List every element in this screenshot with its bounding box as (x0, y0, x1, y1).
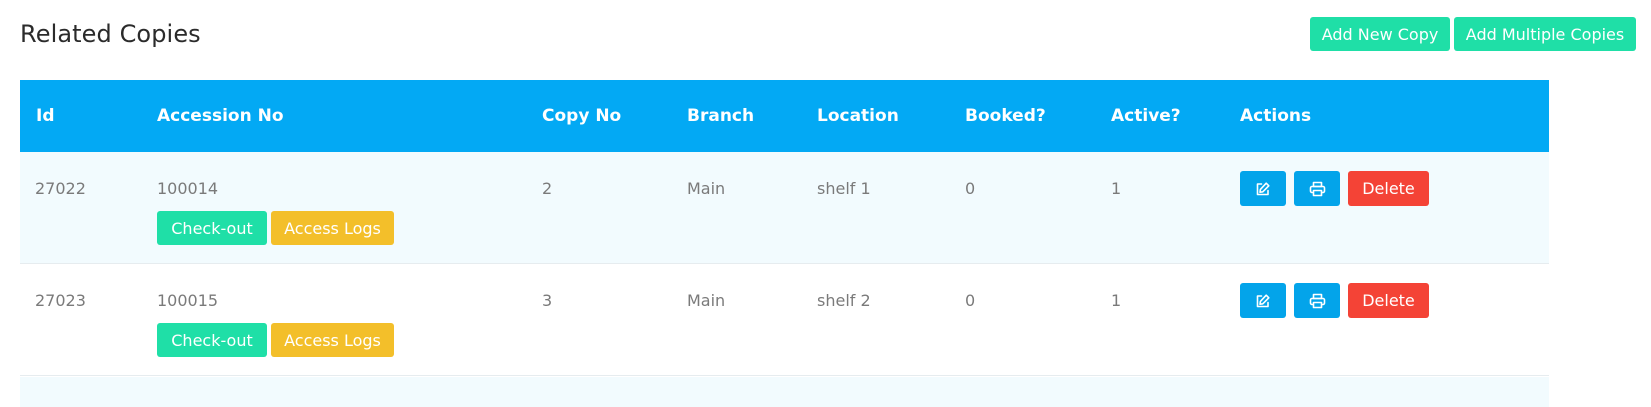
edit-button[interactable] (1240, 283, 1286, 318)
cell-copy-no: 2 (542, 179, 553, 198)
access-logs-button[interactable]: Access Logs (271, 323, 394, 357)
print-button[interactable] (1294, 171, 1340, 206)
edit-icon (1255, 293, 1271, 309)
table-row: 27023 100015 Check-out Access Logs 3 Mai… (20, 264, 1549, 376)
cell-id: 27023 (35, 291, 86, 310)
cell-booked: 0 (965, 291, 976, 310)
cell-location: shelf 1 (817, 179, 871, 198)
column-header-copy-no: Copy No (542, 106, 622, 126)
print-button[interactable] (1294, 283, 1340, 318)
accession-actions: Check-out Access Logs (157, 323, 394, 357)
cell-location: shelf 2 (817, 291, 871, 310)
copies-table: Id Accession No Copy No Branch Location … (20, 80, 1549, 376)
edit-button[interactable] (1240, 171, 1286, 206)
cell-active: 1 (1111, 291, 1122, 310)
edit-icon (1255, 181, 1271, 197)
table-row: 27022 100014 Check-out Access Logs 2 Mai… (20, 152, 1549, 264)
column-header-actions: Actions (1240, 106, 1312, 126)
row-actions: Delete (1240, 171, 1429, 206)
column-header-active: Active? (1111, 106, 1181, 126)
access-logs-button[interactable]: Access Logs (271, 211, 394, 245)
related-copies-panel: Related Copies Add New Copy Add Multiple… (0, 0, 1651, 407)
column-header-booked: Booked? (965, 106, 1046, 126)
cell-accession-no: 100014 (157, 179, 219, 198)
add-multiple-copies-button[interactable]: Add Multiple Copies (1454, 17, 1636, 51)
add-new-copy-button[interactable]: Add New Copy (1310, 17, 1450, 51)
next-row-partial (20, 377, 1549, 407)
column-header-id: Id (36, 106, 55, 126)
cell-copy-no: 3 (542, 291, 553, 310)
column-header-location: Location (817, 106, 899, 126)
check-out-button[interactable]: Check-out (157, 323, 267, 357)
cell-accession-no: 100015 (157, 291, 219, 310)
cell-booked: 0 (965, 179, 976, 198)
column-header-branch: Branch (687, 106, 755, 126)
check-out-button[interactable]: Check-out (157, 211, 267, 245)
print-icon (1309, 181, 1326, 197)
row-actions: Delete (1240, 283, 1429, 318)
column-header-accession-no: Accession No (157, 106, 284, 126)
cell-id: 27022 (35, 179, 86, 198)
table-header: Id Accession No Copy No Branch Location … (20, 80, 1549, 152)
accession-actions: Check-out Access Logs (157, 211, 394, 245)
top-actions: Add New Copy Add Multiple Copies (1310, 17, 1636, 51)
print-icon (1309, 293, 1326, 309)
cell-active: 1 (1111, 179, 1122, 198)
page-title: Related Copies (20, 20, 201, 48)
delete-button[interactable]: Delete (1348, 283, 1429, 318)
delete-button[interactable]: Delete (1348, 171, 1429, 206)
cell-branch: Main (687, 291, 726, 310)
cell-branch: Main (687, 179, 726, 198)
